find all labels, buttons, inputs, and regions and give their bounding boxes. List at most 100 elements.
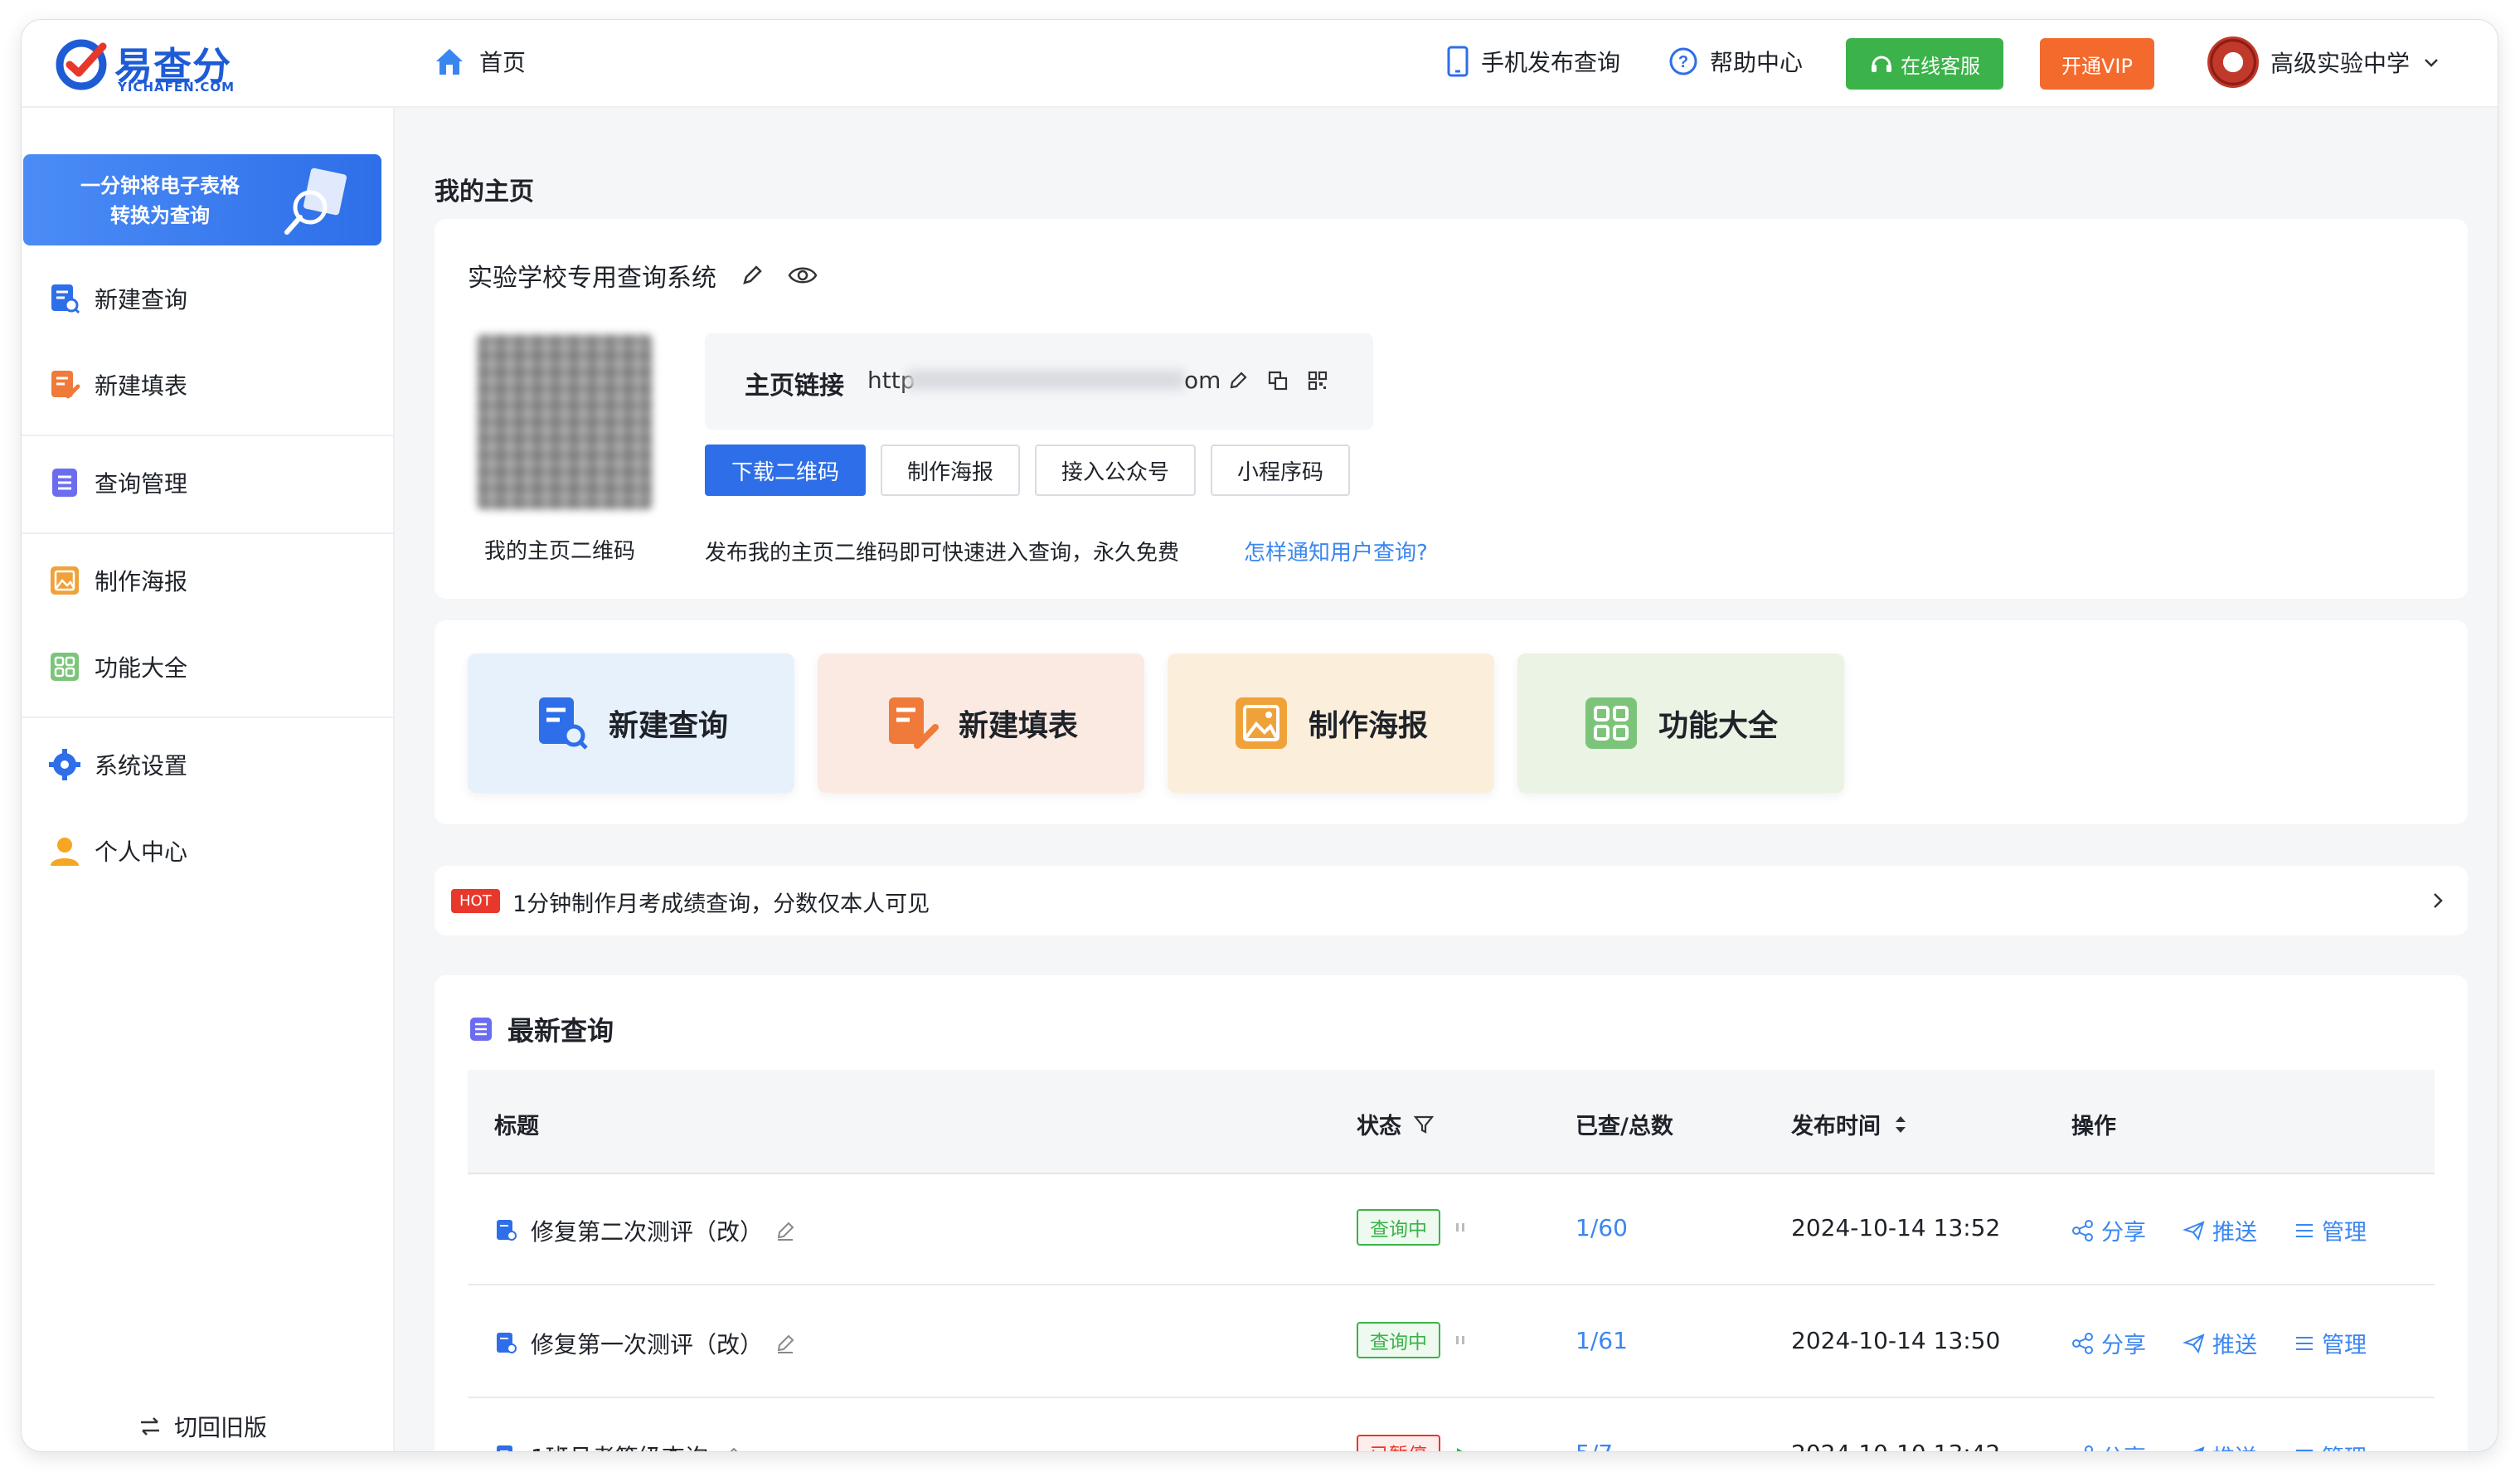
help-center-link[interactable]: ? 帮助中心 [1668, 45, 1803, 78]
sort-icon[interactable] [1892, 1113, 1909, 1136]
tile-new-query[interactable]: 新建查询 [468, 653, 794, 793]
tile-new-form[interactable]: 新建填表 [818, 653, 1144, 793]
tile-label: 新建填表 [959, 709, 1079, 743]
form-edit-icon [889, 697, 939, 749]
row-ops: 分享 推送 管理 [2071, 1327, 2367, 1359]
sidebar-divider [22, 435, 395, 436]
share-button[interactable]: 分享 [2071, 1214, 2146, 1246]
top-bar: 易查分 YICHAFEN.COM 首页 手机发布查询 ? 帮助中心 在线客服 开… [22, 20, 2498, 108]
section-title: 最新查询 [468, 1010, 614, 1048]
row-time: 2024-10-14 13:52 [1791, 1214, 2001, 1241]
pencil-edit-icon[interactable] [720, 1445, 741, 1451]
share-icon [2072, 1332, 2093, 1354]
manage-label: 管理 [2322, 1440, 2367, 1451]
share-label: 分享 [2101, 1440, 2146, 1451]
homepage-qr-code [478, 335, 652, 509]
hot-tip-banner[interactable]: HOT 1分钟制作月考成绩查询，分数仅本人可见 [435, 866, 2468, 935]
table-header: 标题 状态 已查/总数 发布时间 操作 [468, 1070, 2435, 1174]
logo[interactable]: 易查分 YICHAFEN.COM [53, 35, 260, 95]
push-button[interactable]: 推送 [2183, 1327, 2257, 1359]
mini-program-code-button[interactable]: 小程序码 [1211, 445, 1351, 496]
poster-image-icon [51, 566, 79, 595]
sidebar-divider [22, 717, 395, 718]
eye-preview-icon[interactable] [788, 263, 818, 288]
sidebar-item-personal-center[interactable]: 个人中心 [48, 831, 187, 871]
row-count[interactable]: 5/7 [1576, 1440, 1613, 1451]
promo-text: 一分钟将电子表格 转换为查询 [56, 171, 264, 231]
row-title[interactable]: 1班月考等级查询 [531, 1440, 708, 1451]
sidebar-item-label: 新建查询 [95, 286, 188, 313]
link-url-suffix: om [1184, 367, 1221, 394]
how-to-notify-link[interactable]: 怎样通知用户查询? [1244, 536, 1428, 566]
row-status-cell: 已暂停 [1357, 1435, 1469, 1451]
pencil-edit-icon[interactable] [1227, 370, 1249, 391]
manage-button[interactable]: 管理 [2294, 1440, 2367, 1451]
sidebar-item-all-features[interactable]: 功能大全 [48, 647, 187, 687]
sidebar-item-system-settings[interactable]: 系统设置 [48, 745, 187, 785]
col-status: 状态 [1357, 1108, 1435, 1140]
homepage-link-box: 主页链接 http om [705, 333, 1373, 430]
home-icon [436, 49, 463, 75]
push-button[interactable]: 推送 [2183, 1214, 2257, 1246]
sidebar-item-label: 个人中心 [95, 838, 188, 866]
pencil-edit-icon[interactable] [774, 1333, 796, 1354]
share-button[interactable]: 分享 [2071, 1440, 2146, 1451]
mobile-publish-link[interactable]: 手机发布查询 [1446, 45, 1620, 78]
online-service-button[interactable]: 在线客服 [1846, 38, 2003, 90]
sidebar-item-make-poster[interactable]: 制作海报 [48, 561, 187, 600]
promo-line-1: 一分钟将电子表格 [80, 174, 240, 197]
push-label: 推送 [2212, 1440, 2257, 1451]
push-label: 推送 [2212, 1220, 2257, 1246]
pencil-edit-icon[interactable] [774, 1220, 796, 1241]
swap-arrows-icon [141, 1417, 159, 1436]
col-count: 已查/总数 [1576, 1108, 1673, 1140]
grid-features-icon [1585, 697, 1637, 749]
sidebar-item-new-query[interactable]: 新建查询 [48, 279, 187, 318]
nav-home[interactable]: 首页 [433, 45, 526, 78]
link-tools [1227, 370, 1328, 391]
menu-lines-icon [2296, 1336, 2313, 1350]
row-title[interactable]: 修复第一次测评（改） [531, 1327, 763, 1360]
excel-to-query-banner[interactable]: 一分钟将电子表格 转换为查询 [23, 154, 381, 245]
qr-label: 我的主页二维码 [484, 539, 636, 564]
make-poster-button[interactable]: 制作海报 [881, 445, 1021, 496]
online-service-label: 在线客服 [1901, 54, 1980, 78]
table-row: 修复第一次测评（改） 查询中 1/61 2024-10-14 13:50 分享 … [468, 1287, 2435, 1398]
sidebar-item-query-manage[interactable]: 查询管理 [48, 463, 187, 503]
switch-old-version-label: 切回旧版 [174, 1414, 268, 1441]
push-button[interactable]: 推送 [2183, 1440, 2257, 1451]
row-title[interactable]: 修复第二次测评（改） [531, 1214, 763, 1247]
pause-icon[interactable] [1452, 1332, 1469, 1348]
manage-button[interactable]: 管理 [2294, 1327, 2367, 1359]
copy-icon[interactable] [1267, 370, 1289, 391]
download-qr-button[interactable]: 下载二维码 [705, 445, 867, 496]
filter-icon[interactable] [1413, 1114, 1435, 1135]
help-circle-icon: ? [1669, 47, 1697, 75]
sidebar-item-new-form[interactable]: 新建填表 [48, 365, 187, 405]
link-url-redacted [907, 370, 1184, 390]
qrcode-icon[interactable] [1307, 370, 1328, 391]
query-doc-icon [51, 284, 80, 314]
row-count[interactable]: 1/61 [1576, 1327, 1628, 1354]
switch-old-version-button[interactable]: 切回旧版 [138, 1410, 267, 1443]
tile-all-features[interactable]: 功能大全 [1517, 653, 1844, 793]
link-label: 主页链接 [745, 372, 844, 401]
manage-button[interactable]: 管理 [2294, 1214, 2367, 1246]
pause-icon[interactable] [1452, 1219, 1469, 1236]
share-label: 分享 [2101, 1333, 2146, 1358]
row-count[interactable]: 1/60 [1576, 1214, 1628, 1241]
query-doc-icon [497, 1333, 517, 1353]
main-content: 我的主页 实验学校专用查询系统 我的主页二维码 主页链接 http om 下载二… [396, 108, 2498, 1451]
connect-official-account-button[interactable]: 接入公众号 [1035, 445, 1197, 496]
open-vip-button[interactable]: 开通VIP [2040, 38, 2154, 90]
share-button[interactable]: 分享 [2071, 1327, 2146, 1359]
user-menu[interactable]: 高级实验中学 [2207, 36, 2441, 88]
sidebar-item-label: 查询管理 [95, 470, 188, 498]
status-badge: 查询中 [1357, 1322, 1440, 1358]
row-ops: 分享 推送 管理 [2071, 1440, 2367, 1451]
pencil-edit-icon[interactable] [740, 263, 765, 288]
play-icon[interactable] [1452, 1445, 1469, 1451]
tile-make-poster[interactable]: 制作海报 [1168, 653, 1494, 793]
col-ops: 操作 [2071, 1108, 2116, 1140]
table-row: 修复第二次测评（改） 查询中 1/60 2024-10-14 13:52 分享 … [468, 1174, 2435, 1285]
